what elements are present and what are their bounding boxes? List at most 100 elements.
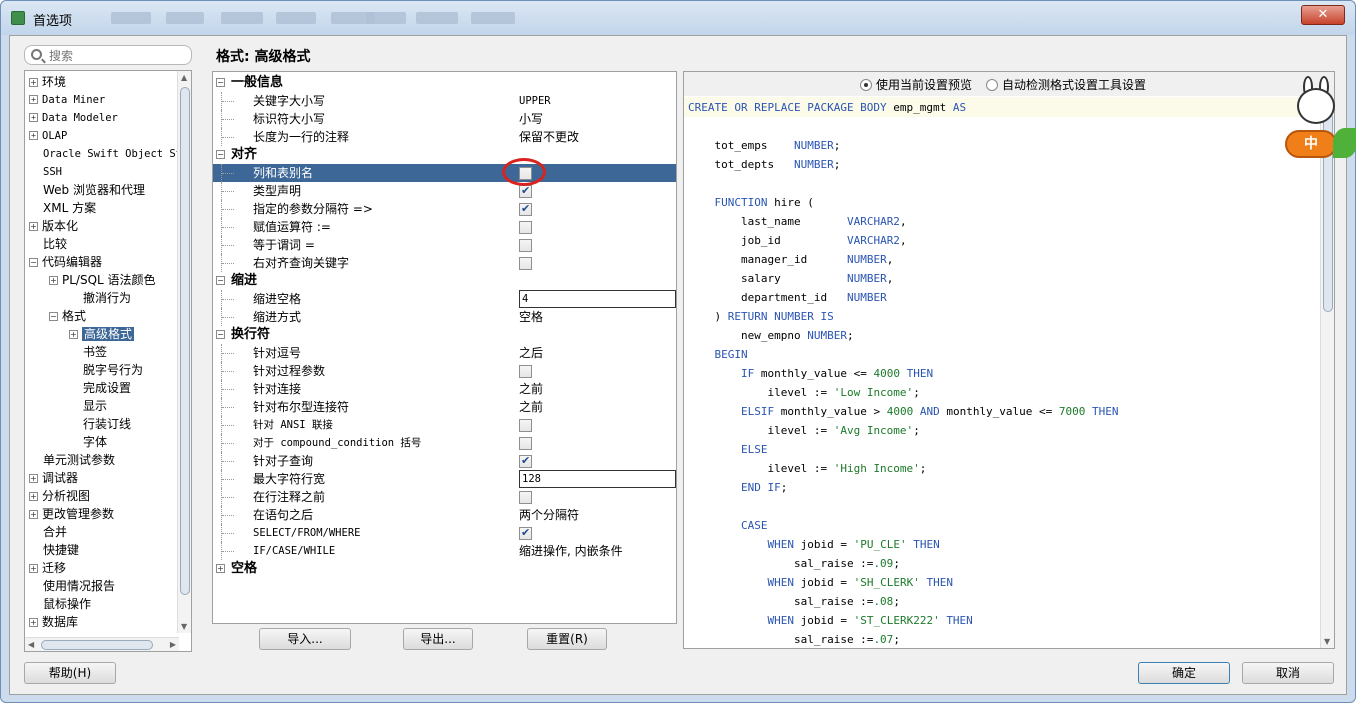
sidebar-item[interactable]: 字体 <box>83 433 107 451</box>
expand-icon[interactable]: + <box>29 564 38 573</box>
sidebar-item[interactable]: 单元测试参数 <box>43 451 115 469</box>
option-input[interactable]: 128 <box>519 470 676 488</box>
option-row[interactable]: 指定的参数分隔符 => <box>213 200 676 218</box>
option-row[interactable]: 对于 compound_condition 括号 <box>213 434 676 452</box>
option-checkbox[interactable] <box>519 239 532 252</box>
option-value[interactable]: 之前 <box>519 380 543 398</box>
sidebar-item[interactable]: 脱字号行为 <box>83 361 143 379</box>
option-value[interactable]: 之前 <box>519 398 543 416</box>
collapse-icon[interactable]: − <box>216 78 225 87</box>
close-button[interactable]: ✕ <box>1301 5 1345 25</box>
sidebar-item[interactable]: + PL/SQL 语法颜色 <box>49 271 156 289</box>
option-checkbox[interactable] <box>519 437 532 450</box>
sidebar-item[interactable]: + 版本化 <box>29 217 78 235</box>
sidebar-item[interactable]: 书签 <box>83 343 107 361</box>
option-group[interactable]: − 缩进 <box>213 272 676 290</box>
scroll-right-arrow-icon[interactable]: ▶ <box>170 640 176 649</box>
option-group[interactable]: − 换行符 <box>213 326 676 344</box>
sidebar-item[interactable]: 完成设置 <box>83 379 131 397</box>
sidebar-item[interactable]: 合并 <box>43 523 67 541</box>
collapse-icon[interactable]: − <box>29 258 38 267</box>
search-input[interactable] <box>49 48 189 63</box>
scroll-down-arrow-icon[interactable]: ▼ <box>181 622 187 631</box>
option-checkbox[interactable] <box>519 491 532 504</box>
sidebar-item[interactable]: XML 方案 <box>43 199 96 217</box>
preview-autodetect-radio[interactable]: 自动检测格式设置工具设置 <box>986 76 1146 93</box>
option-value[interactable]: 保留不更改 <box>519 128 579 146</box>
sidebar-item[interactable]: 使用情况报告 <box>43 577 115 595</box>
option-value[interactable]: 之后 <box>519 344 543 362</box>
option-group[interactable]: + 空格 <box>213 560 676 578</box>
scroll-thumb[interactable] <box>180 87 190 595</box>
option-checkbox[interactable] <box>519 452 532 470</box>
search-box[interactable] <box>24 45 192 65</box>
sidebar-item[interactable]: 撤消行为 <box>83 289 131 307</box>
expand-icon[interactable]: + <box>29 510 38 519</box>
expand-icon[interactable]: + <box>29 618 38 627</box>
ok-button[interactable]: 确定 <box>1138 662 1230 684</box>
option-row[interactable]: 针对逗号 之后 <box>213 344 676 362</box>
sidebar-item[interactable]: Web 浏览器和代理 <box>43 181 145 199</box>
sidebar-item[interactable]: + OLAP <box>29 127 67 145</box>
sidebar-item[interactable]: SSH <box>43 163 62 181</box>
option-row[interactable]: SELECT/FROM/WHERE <box>213 524 676 542</box>
sidebar-item[interactable]: + Data Miner <box>29 91 105 109</box>
option-value[interactable]: 缩进操作, 内嵌条件 <box>519 542 623 560</box>
tree-horizontal-scrollbar[interactable]: ◀ ▶ <box>25 637 179 651</box>
option-row[interactable]: 右对齐查询关键字 <box>213 254 676 272</box>
sidebar-item[interactable]: + 数据库 <box>29 613 78 631</box>
option-checkbox[interactable] <box>519 182 532 200</box>
ime-mascot-icon[interactable]: 中 <box>1283 76 1356 166</box>
option-row[interactable]: 针对布尔型连接符 之前 <box>213 398 676 416</box>
import-button[interactable]: 导入... <box>259 628 351 650</box>
collapse-icon[interactable]: − <box>216 276 225 285</box>
option-row[interactable]: IF/CASE/WHILE 缩进操作, 内嵌条件 <box>213 542 676 560</box>
expand-icon[interactable]: + <box>29 78 38 87</box>
sidebar-item[interactable]: + Data Modeler <box>29 109 118 127</box>
expand-icon[interactable]: + <box>29 95 38 104</box>
sidebar-item[interactable]: 行装订线 <box>83 415 131 433</box>
option-row[interactable]: 等于谓词 = <box>213 236 676 254</box>
option-value[interactable]: 小写 <box>519 110 543 128</box>
option-row[interactable]: 在语句之后 两个分隔符 <box>213 506 676 524</box>
sidebar-item[interactable]: 显示 <box>83 397 107 415</box>
sidebar-item[interactable]: + 更改管理参数 <box>29 505 114 523</box>
option-checkbox[interactable] <box>519 200 532 218</box>
sidebar-item[interactable]: + 环境 <box>29 73 66 91</box>
option-row[interactable]: 标识符大小写 小写 <box>213 110 676 128</box>
sidebar-item[interactable]: + 分析视图 <box>29 487 90 505</box>
option-row[interactable]: 缩进方式 空格 <box>213 308 676 326</box>
option-row[interactable]: 针对 ANSI 联接 <box>213 416 676 434</box>
option-row[interactable]: 类型声明 <box>213 182 676 200</box>
sidebar-item[interactable]: 快捷键 <box>43 541 79 559</box>
scroll-thumb[interactable] <box>41 640 153 650</box>
option-checkbox[interactable] <box>519 419 532 432</box>
scroll-left-arrow-icon[interactable]: ◀ <box>28 640 34 649</box>
collapse-icon[interactable]: − <box>216 330 225 339</box>
expand-icon[interactable]: + <box>49 276 58 285</box>
option-row[interactable]: 在行注释之前 <box>213 488 676 506</box>
option-row[interactable]: 列和表别名 <box>213 164 676 182</box>
category-tree[interactable]: + 数据库 鼠标操作 使用情况报告 + 迁移 快捷键 合并 + 更改管理参数 + 分析视图 + 调试器 单元… <box>24 70 192 652</box>
sidebar-item[interactable]: − 格式 <box>49 307 86 325</box>
expand-icon[interactable]: + <box>69 330 78 339</box>
preview-current-radio[interactable]: 使用当前设置预览 <box>860 76 972 93</box>
option-input[interactable]: 4 <box>519 290 676 308</box>
reset-button[interactable]: 重置(R) <box>527 628 607 650</box>
option-value[interactable]: 空格 <box>519 308 543 326</box>
option-row[interactable]: 赋值运算符 := <box>213 218 676 236</box>
sidebar-item[interactable]: + 迁移 <box>29 559 66 577</box>
export-button[interactable]: 导出... <box>403 628 473 650</box>
option-checkbox[interactable] <box>519 524 532 542</box>
sidebar-item[interactable]: 比较 <box>43 235 67 253</box>
expand-icon[interactable]: + <box>29 222 38 231</box>
expand-icon[interactable]: + <box>29 492 38 501</box>
sidebar-item[interactable]: Oracle Swift Object St <box>43 145 182 163</box>
preview-scrollbar[interactable]: ▲ ▼ <box>1320 96 1334 648</box>
help-button[interactable]: 帮助(H) <box>24 662 116 684</box>
option-value[interactable]: UPPER <box>519 92 551 110</box>
option-row[interactable]: 长度为一行的注释 保留不更改 <box>213 128 676 146</box>
option-checkbox[interactable] <box>519 365 532 378</box>
expand-icon[interactable]: + <box>216 564 225 573</box>
collapse-icon[interactable]: − <box>216 150 225 159</box>
